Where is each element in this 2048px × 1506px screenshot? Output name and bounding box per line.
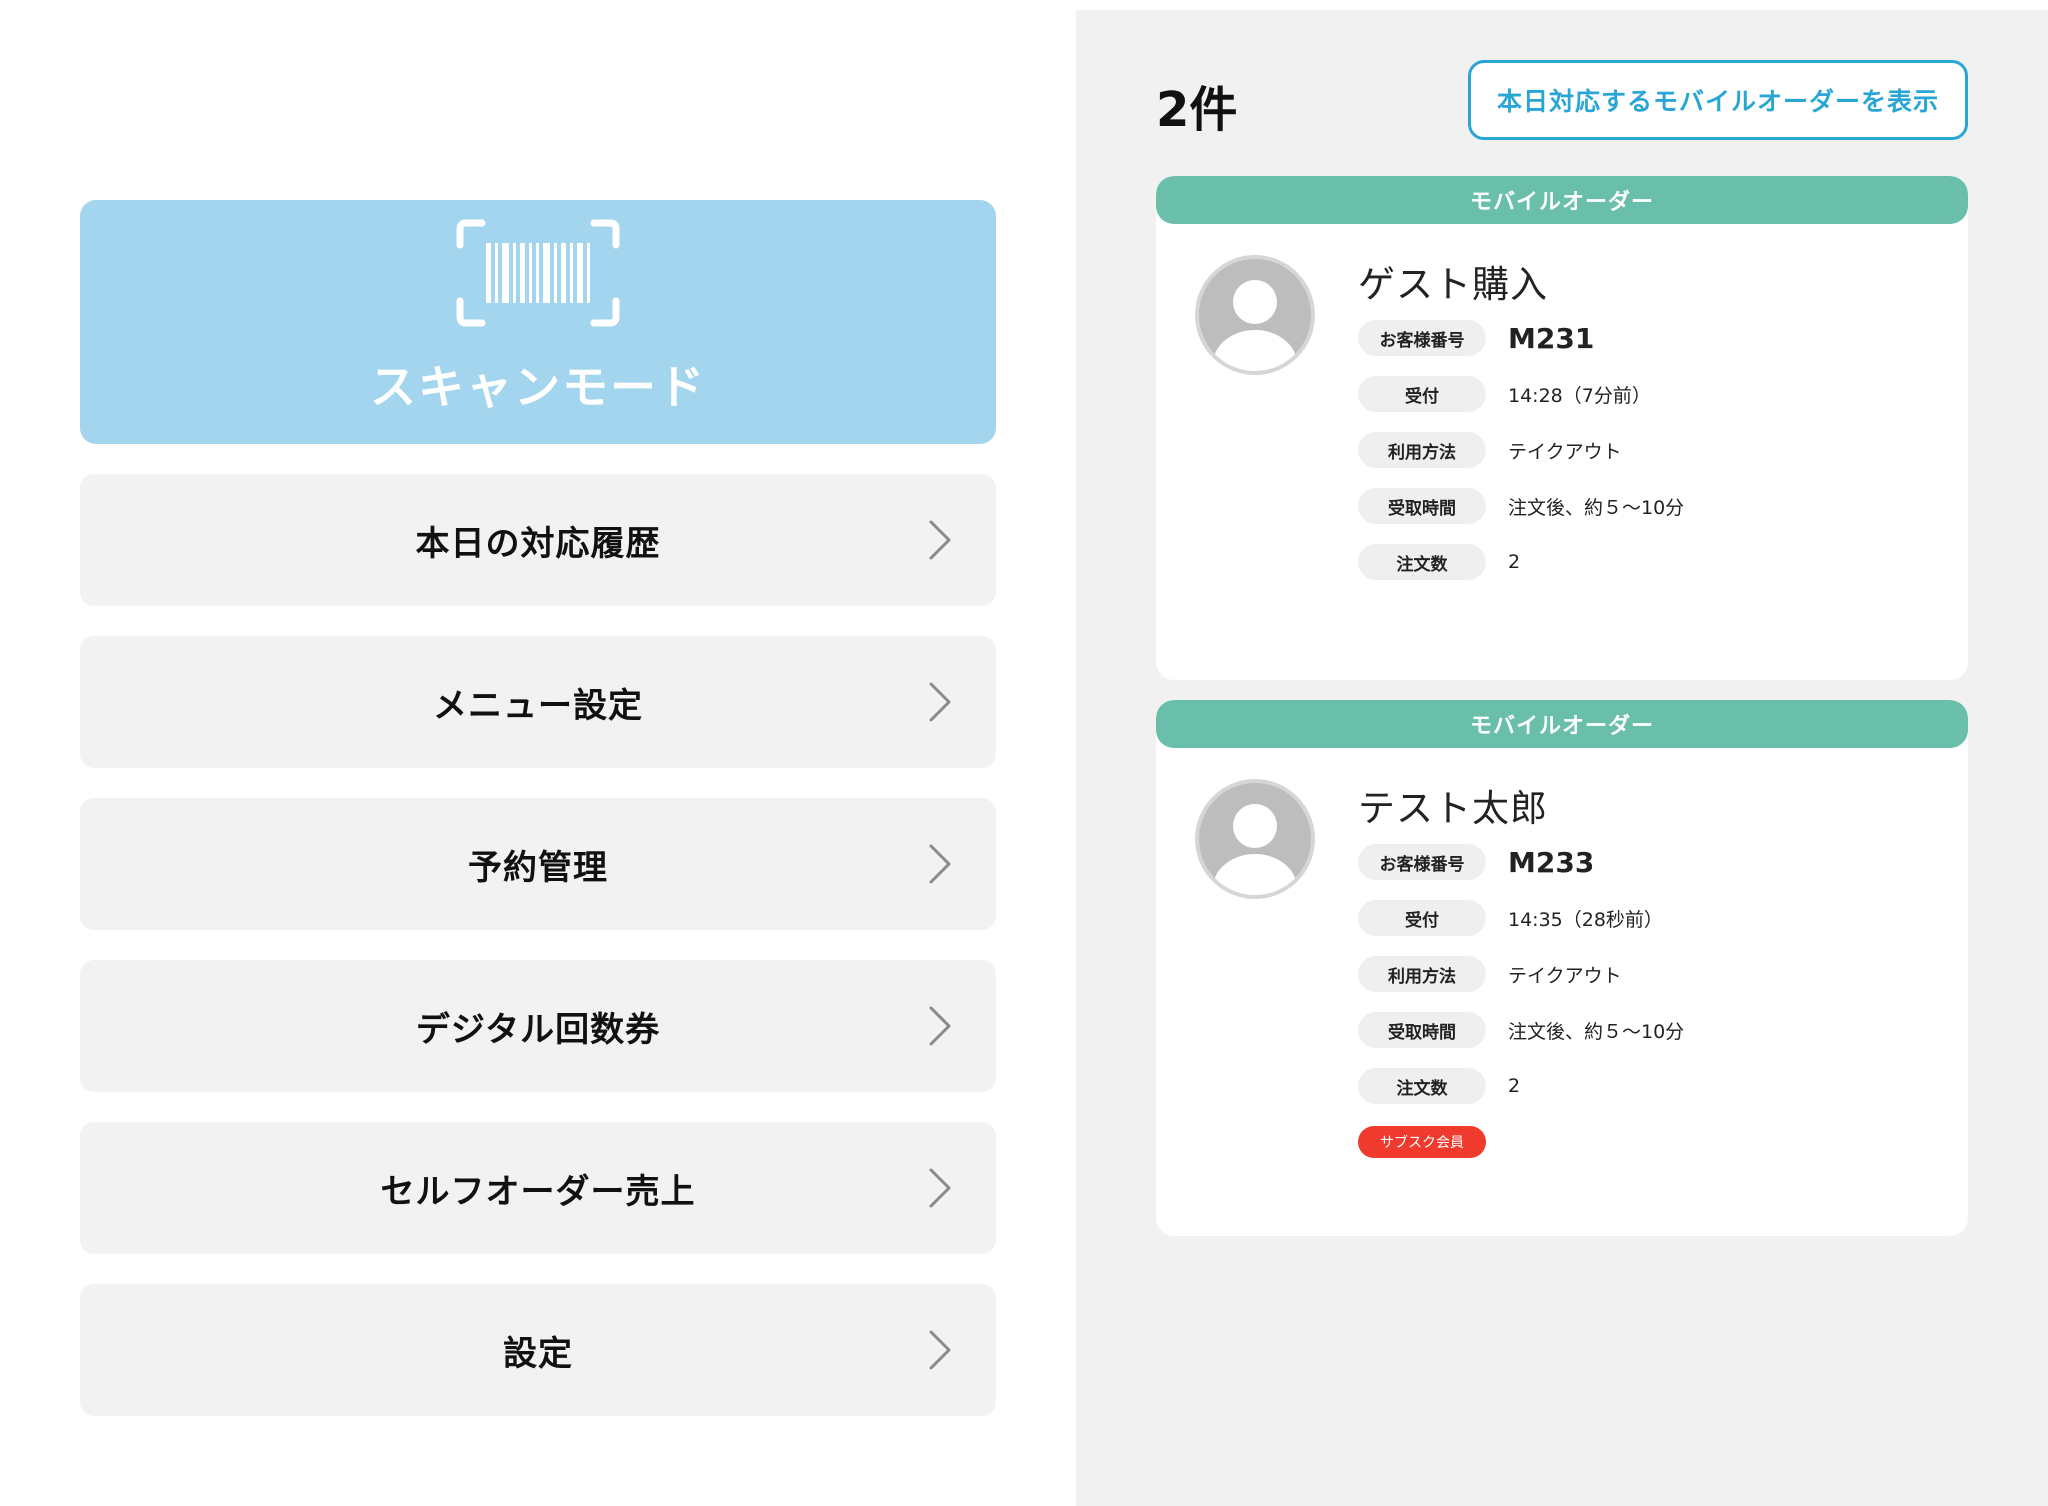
received-row: 受付 14:28（7分前） <box>1358 376 1651 412</box>
field-label: 受付 <box>1358 900 1486 936</box>
chevron-right-icon <box>929 844 951 884</box>
field-label: お客様番号 <box>1358 844 1486 880</box>
show-today-orders-button[interactable]: 本日対応するモバイルオーダーを表示 <box>1468 60 1968 140</box>
order-card[interactable]: モバイルオーダー テスト太郎 お客様番号 M233 受付 14:35（28秒前） <box>1156 700 1968 1236</box>
order-count-title: 2件 <box>1156 82 1238 138</box>
avatar-icon <box>1195 779 1315 899</box>
pickup-time-row: 受取時間 注文後、約５〜10分 <box>1358 488 1684 524</box>
menu-item-label: メニュー設定 <box>433 685 643 726</box>
menu-item-label: 設定 <box>503 1333 573 1374</box>
menu-item-label: 予約管理 <box>468 847 608 888</box>
customer-number: M231 <box>1508 321 1595 355</box>
menu-panel: スキャンモード 本日の対応履歴 メニュー設定 予約管理 デジタル回数券 セルフオ… <box>0 0 1076 1506</box>
field-label: 受付 <box>1358 376 1486 412</box>
received-time: 14:28（7分前） <box>1508 384 1651 407</box>
order-quantity: 2 <box>1508 1075 1521 1097</box>
order-count-row: 注文数 2 <box>1358 1068 1520 1104</box>
usage-row: 利用方法 テイクアウト <box>1358 956 1622 992</box>
chevron-right-icon <box>929 1330 951 1370</box>
pickup-time: 注文後、約５〜10分 <box>1508 1020 1685 1043</box>
menu-item-menu-settings[interactable]: メニュー設定 <box>80 636 996 768</box>
order-type-header: モバイルオーダー <box>1156 176 1968 224</box>
menu-item-self-order-sales[interactable]: セルフオーダー売上 <box>80 1122 996 1254</box>
field-label: 受取時間 <box>1358 1012 1486 1048</box>
menu-item-reservations[interactable]: 予約管理 <box>80 798 996 930</box>
menu-item-today-history[interactable]: 本日の対応履歴 <box>80 474 996 606</box>
customer-name: テスト太郎 <box>1358 787 1548 830</box>
chevron-right-icon <box>929 682 951 722</box>
usage-method: テイクアウト <box>1508 440 1622 463</box>
order-quantity: 2 <box>1508 551 1521 573</box>
customer-number-row: お客様番号 M231 <box>1358 320 1594 356</box>
customer-number: M233 <box>1508 845 1595 879</box>
order-card[interactable]: モバイルオーダー ゲスト購入 お客様番号 M231 受付 14:28（7分前） <box>1156 176 1968 680</box>
chevron-right-icon <box>929 520 951 560</box>
pickup-time-row: 受取時間 注文後、約５〜10分 <box>1358 1012 1684 1048</box>
chevron-right-icon <box>929 1006 951 1046</box>
menu-item-label: デジタル回数券 <box>415 1009 661 1050</box>
field-label: 利用方法 <box>1358 956 1486 992</box>
field-label: 注文数 <box>1358 1068 1486 1104</box>
order-type-header: モバイルオーダー <box>1156 700 1968 748</box>
order-count-row: 注文数 2 <box>1358 544 1520 580</box>
received-time: 14:35（28秒前） <box>1508 908 1663 931</box>
usage-row: 利用方法 テイクアウト <box>1358 432 1622 468</box>
chevron-right-icon <box>929 1168 951 1208</box>
menu-item-digital-tickets[interactable]: デジタル回数券 <box>80 960 996 1092</box>
pickup-time: 注文後、約５〜10分 <box>1508 496 1685 519</box>
received-row: 受付 14:35（28秒前） <box>1358 900 1663 936</box>
menu-item-label: 本日の対応履歴 <box>415 523 661 564</box>
avatar-icon <box>1195 255 1315 375</box>
field-label: 受取時間 <box>1358 488 1486 524</box>
barcode-scan-icon <box>456 219 620 327</box>
field-label: お客様番号 <box>1358 320 1486 356</box>
app-window: スキャンモード 本日の対応履歴 メニュー設定 予約管理 デジタル回数券 セルフオ… <box>0 0 2048 1506</box>
menu-item-settings[interactable]: 設定 <box>80 1284 996 1416</box>
orders-panel: 2件 本日対応するモバイルオーダーを表示 モバイルオーダー ゲスト購入 お客様番… <box>1076 10 2048 1506</box>
scan-mode-button[interactable]: スキャンモード <box>80 200 996 444</box>
usage-method: テイクアウト <box>1508 964 1622 987</box>
customer-name: ゲスト購入 <box>1358 263 1548 306</box>
menu-item-label: セルフオーダー売上 <box>380 1171 696 1212</box>
customer-number-row: お客様番号 M233 <box>1358 844 1594 880</box>
field-label: 注文数 <box>1358 544 1486 580</box>
field-label: 利用方法 <box>1358 432 1486 468</box>
scan-mode-label: スキャンモード <box>370 360 706 414</box>
subscription-badge: サブスク会員 <box>1358 1126 1486 1158</box>
